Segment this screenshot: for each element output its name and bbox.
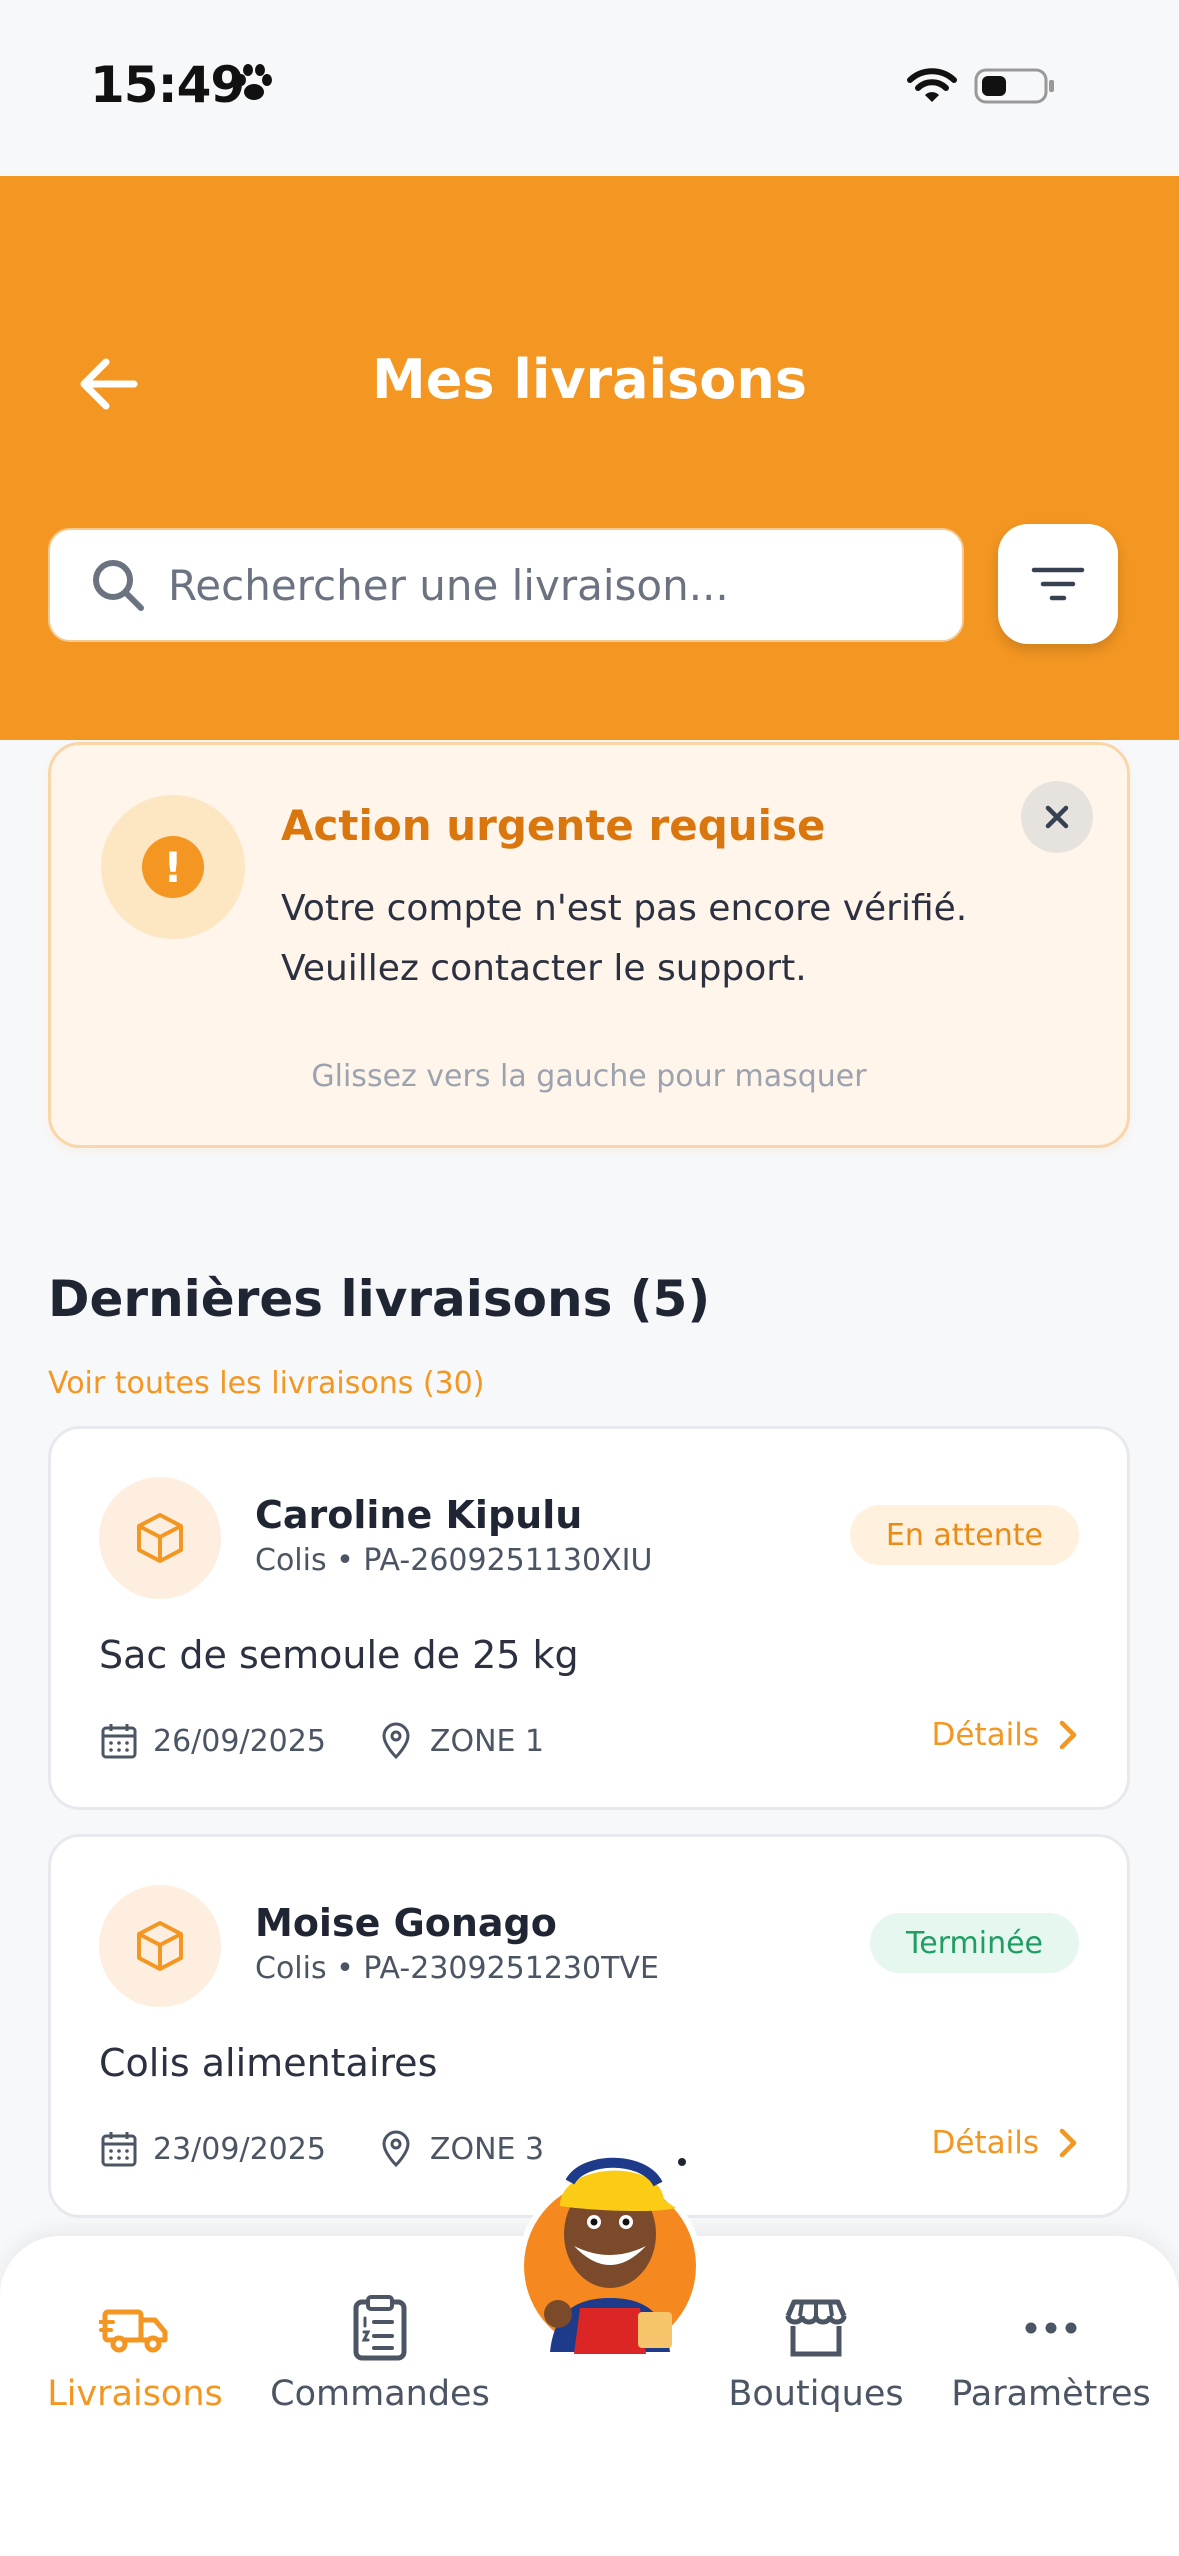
status-bar: 15:49 xyxy=(0,0,1179,176)
delivery-zone: ZONE 1 xyxy=(429,1723,545,1759)
close-icon xyxy=(1045,805,1069,829)
status-badge: En attente xyxy=(849,1505,1079,1565)
truck-icon xyxy=(99,2309,168,2353)
nav-item-boutiques[interactable]: Boutiques xyxy=(706,2292,926,2414)
nav-label: Boutiques xyxy=(728,2374,904,2414)
delivery-description: Sac de semoule de 25 kg xyxy=(99,1633,579,1677)
wifi-icon xyxy=(907,68,957,102)
alert-message-line-1: Votre compte n'est pas encore vérifié. xyxy=(281,888,968,929)
nav-item-parametres[interactable]: Paramètres xyxy=(941,2292,1161,2414)
nav-item-livraisons[interactable]: Livraisons xyxy=(25,2292,245,2414)
delivery-meta: 26/09/2025 ZONE 1 xyxy=(99,1721,544,1761)
delivery-description: Colis alimentaires xyxy=(99,2041,438,2085)
battery-icon xyxy=(974,68,1054,104)
close-alert-button[interactable] xyxy=(1021,781,1093,853)
details-label: Détails xyxy=(931,2125,1039,2161)
search-box[interactable] xyxy=(48,528,964,642)
filter-icon xyxy=(1031,567,1085,601)
exclamation-icon: ! xyxy=(142,836,204,898)
details-link[interactable]: Détails xyxy=(932,2125,1079,2161)
details-label: Détails xyxy=(931,1717,1039,1753)
more-dots-icon xyxy=(1025,2322,1077,2334)
details-link[interactable]: Détails xyxy=(932,1717,1079,1753)
calendar-icon xyxy=(101,1724,137,1759)
mascot-home-button[interactable] xyxy=(514,2122,706,2362)
delivery-date: 26/09/2025 xyxy=(153,1723,326,1759)
calendar-icon xyxy=(101,2132,137,2167)
chevron-right-icon xyxy=(1059,1720,1077,1750)
delivery-card[interactable]: Caroline Kipulu Colis • PA-2609251130XIU… xyxy=(48,1426,1130,1810)
search-input[interactable] xyxy=(168,560,928,610)
recipient-name: Caroline Kipulu xyxy=(255,1493,583,1537)
paw-icon xyxy=(236,64,272,100)
alert-message-line-2: Veuillez contacter le support. xyxy=(281,948,807,989)
status-badge: Terminée xyxy=(870,1913,1079,1973)
section-title: Dernières livraisons (5) xyxy=(48,1270,711,1328)
see-all-deliveries-link[interactable]: Voir toutes les livraisons (30) xyxy=(48,1366,484,1401)
search-icon xyxy=(93,560,144,611)
header: Mes livraisons xyxy=(0,176,1179,740)
nav-label: Paramètres xyxy=(951,2374,1151,2414)
clipboard-list-icon xyxy=(353,2295,407,2361)
nav-item-commandes[interactable]: Commandes xyxy=(270,2292,490,2414)
alert-swipe-hint: Glissez vers la gauche pour masquer xyxy=(311,1059,867,1094)
alert-title: Action urgente requise xyxy=(281,801,826,850)
alert-message: Votre compte n'est pas encore vérifié. V… xyxy=(281,879,1021,999)
package-icon xyxy=(137,1513,183,1563)
urgent-alert-card[interactable]: ! Action urgente requise Votre compte n'… xyxy=(48,742,1130,1148)
package-icon-circle xyxy=(99,1477,221,1599)
nav-label: Livraisons xyxy=(47,2374,223,2414)
filter-button[interactable] xyxy=(998,524,1118,644)
delivery-meta: 23/09/2025 ZONE 3 xyxy=(99,2129,544,2169)
recipient-name: Moise Gonago xyxy=(255,1901,557,1945)
package-icon-circle xyxy=(99,1885,221,2007)
package-icon xyxy=(137,1921,183,1971)
delivery-reference: Colis • PA-2309251230TVE xyxy=(255,1951,659,1986)
nav-label: Commandes xyxy=(270,2374,490,2414)
status-time: 15:49 xyxy=(90,56,245,114)
store-icon xyxy=(785,2299,847,2357)
location-pin-icon xyxy=(382,1722,410,1760)
page-title: Mes livraisons xyxy=(372,348,807,411)
chevron-right-icon xyxy=(1059,2128,1077,2158)
delivery-reference: Colis • PA-2609251130XIU xyxy=(255,1543,653,1578)
delivery-date: 23/09/2025 xyxy=(153,2131,326,2167)
location-pin-icon xyxy=(382,2130,410,2168)
alert-icon-circle: ! xyxy=(101,795,245,939)
